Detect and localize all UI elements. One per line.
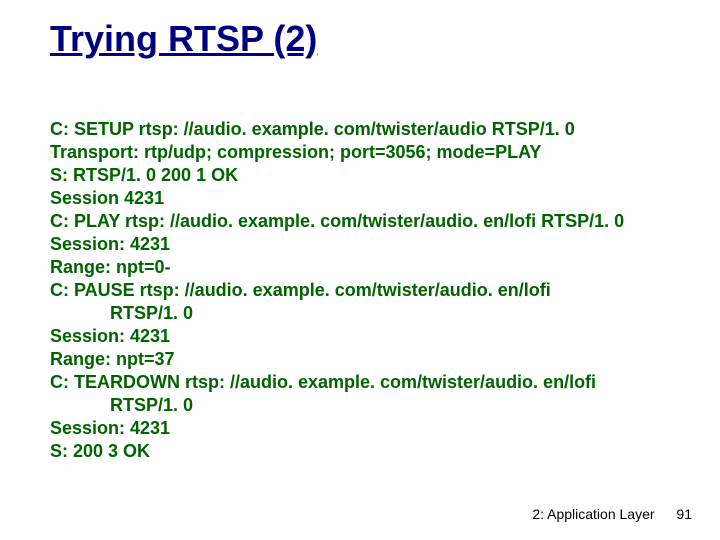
code-line: Session: 4231 [50, 417, 670, 440]
code-line: RTSP/1. 0 [50, 302, 670, 325]
code-line: C: SETUP rtsp: //audio. example. com/twi… [50, 118, 670, 141]
code-line: Session: 4231 [50, 233, 670, 256]
code-line: Session: 4231 [50, 325, 670, 348]
footer-chapter: 2: Application Layer [532, 506, 654, 522]
slide-footer: 2: Application Layer 91 [532, 506, 692, 522]
slide: Trying RTSP (2) C: SETUP rtsp: //audio. … [0, 0, 720, 540]
code-line: Session 4231 [50, 187, 670, 210]
footer-page-number: 91 [676, 506, 692, 522]
code-line: C: PLAY rtsp: //audio. example. com/twis… [50, 210, 670, 233]
code-line: Transport: rtp/udp; compression; port=30… [50, 141, 670, 164]
slide-body: C: SETUP rtsp: //audio. example. com/twi… [50, 118, 670, 463]
code-line: S: RTSP/1. 0 200 1 OK [50, 164, 670, 187]
code-line: S: 200 3 OK [50, 440, 670, 463]
code-line: Range: npt=0- [50, 256, 670, 279]
code-line: C: TEARDOWN rtsp: //audio. example. com/… [50, 371, 670, 394]
code-line: RTSP/1. 0 [50, 394, 670, 417]
code-line: C: PAUSE rtsp: //audio. example. com/twi… [50, 279, 670, 302]
code-line: Range: npt=37 [50, 348, 670, 371]
slide-title: Trying RTSP (2) [50, 18, 317, 60]
